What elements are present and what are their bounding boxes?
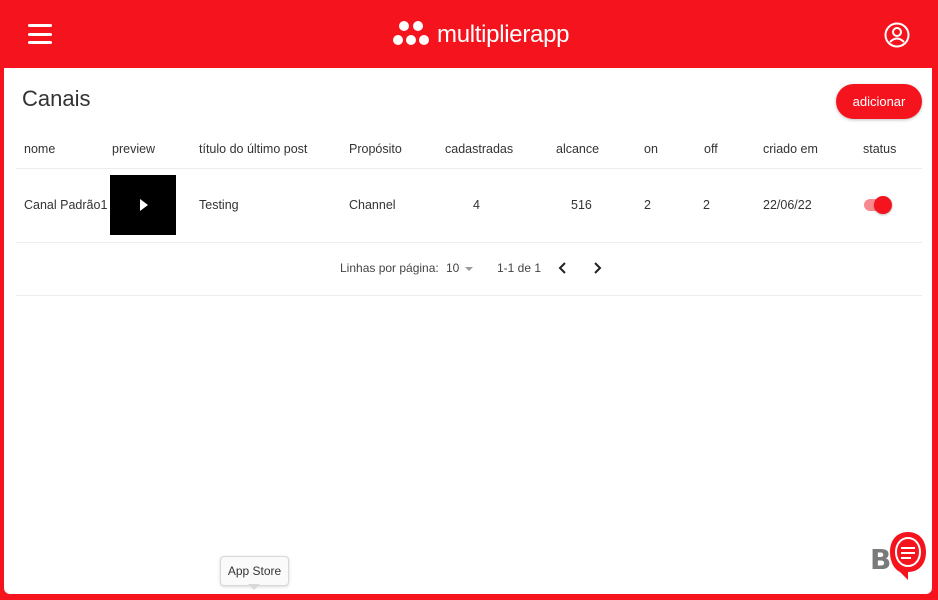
- cell-proposito: Channel: [349, 198, 396, 212]
- add-channel-button[interactable]: adicionar: [836, 84, 922, 119]
- chat-support-icon[interactable]: [888, 530, 928, 582]
- page-title: Canais: [22, 86, 91, 111]
- status-toggle[interactable]: [864, 196, 892, 214]
- column-header-off[interactable]: off: [704, 142, 718, 156]
- toggle-thumb: [874, 196, 892, 214]
- header-divider: [16, 168, 922, 169]
- column-header-alcance[interactable]: alcance: [556, 142, 599, 156]
- pagination-range: 1-1 de 1: [497, 261, 542, 275]
- column-header-titulo[interactable]: título do último post: [199, 142, 307, 156]
- app-logo[interactable]: multiplierapp: [393, 18, 569, 52]
- row-divider: [16, 242, 922, 243]
- cell-on: 2: [644, 198, 651, 212]
- column-header-proposito[interactable]: Propósito: [349, 142, 402, 156]
- cell-cadastradas: 4: [473, 198, 480, 212]
- user-circle-icon[interactable]: [884, 22, 910, 48]
- cell-off: 2: [703, 198, 710, 212]
- column-header-criado-em[interactable]: criado em: [763, 142, 818, 156]
- logo-dots-icon: [393, 19, 431, 51]
- footer-divider: [16, 295, 922, 296]
- app-store-tooltip: App Store: [220, 556, 289, 586]
- dropdown-caret-icon: [465, 266, 474, 271]
- column-header-preview[interactable]: preview: [112, 142, 155, 156]
- cell-titulo: Testing: [199, 198, 239, 212]
- column-header-status[interactable]: status: [863, 142, 896, 156]
- rows-per-page-value: 10: [446, 261, 460, 275]
- video-preview[interactable]: [110, 175, 176, 235]
- column-header-on[interactable]: on: [644, 142, 658, 156]
- column-header-nome[interactable]: nome: [24, 142, 55, 156]
- tooltip-arrow: [248, 584, 260, 590]
- rows-per-page-label: Linhas por página:: [340, 261, 439, 275]
- watermark-logo: B: [870, 543, 891, 576]
- cell-nome: Canal Padrão1: [24, 198, 108, 212]
- cell-alcance: 516: [571, 198, 592, 212]
- channels-panel: Canais adicionar nome preview título do …: [4, 68, 932, 594]
- chevron-right-icon[interactable]: [589, 260, 605, 276]
- top-bar: multiplierapp: [0, 0, 938, 68]
- play-icon: [140, 199, 148, 211]
- hamburger-menu-icon[interactable]: [28, 24, 52, 44]
- column-header-cadastradas[interactable]: cadastradas: [445, 142, 513, 156]
- rows-per-page-select[interactable]: 10: [446, 261, 474, 275]
- cell-criado-em: 22/06/22: [763, 198, 812, 212]
- logo-text: multiplierapp: [437, 21, 570, 48]
- chevron-left-icon[interactable]: [555, 260, 571, 276]
